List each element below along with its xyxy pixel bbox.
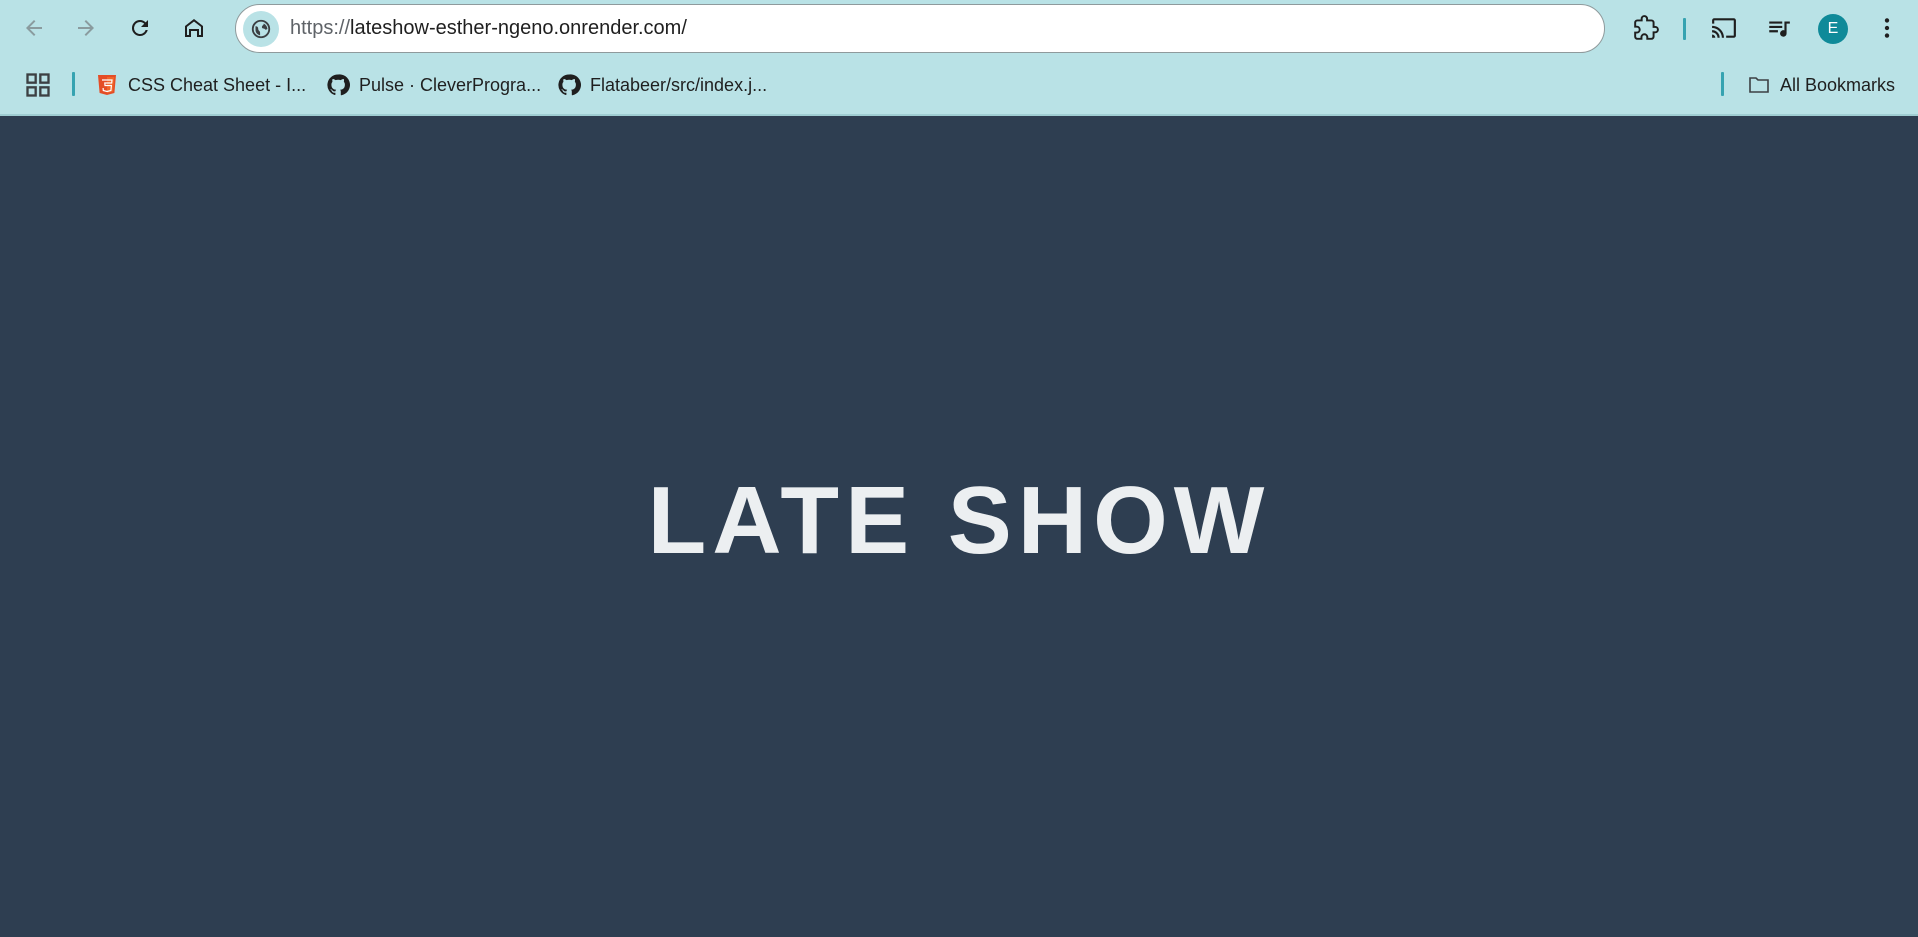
- site-info-button[interactable]: [243, 11, 279, 47]
- bookmark-pulse-cleverprogrammer[interactable]: Pulse · CleverProgra...: [326, 68, 541, 102]
- page-content: LATE SHOW: [0, 116, 1918, 937]
- cast-button[interactable]: [1706, 10, 1742, 46]
- media-playlist-icon: [1769, 21, 1790, 37]
- all-bookmarks-label: All Bookmarks: [1780, 74, 1896, 95]
- globe-icon: [251, 19, 271, 39]
- browser-chrome: https://lateshow-esther-ngeno.onrender.c…: [0, 0, 1918, 116]
- page-title: LATE SHOW: [647, 467, 1271, 574]
- profile-avatar[interactable]: E: [1818, 14, 1848, 44]
- home-icon: [185, 19, 203, 37]
- url-scheme: https://: [290, 17, 351, 39]
- toolbar-divider: [1683, 18, 1686, 40]
- kebab-menu-icon: [1884, 18, 1890, 38]
- bookmark-label: CSS Cheat Sheet - I...: [128, 74, 307, 95]
- bookmarks-divider: [1721, 72, 1724, 96]
- cast-icon: [1712, 18, 1736, 38]
- extensions-button[interactable]: [1628, 10, 1664, 46]
- github-icon: [326, 73, 350, 97]
- bookmark-flatabeer-src[interactable]: Flatabeer/src/index.j...: [557, 68, 767, 102]
- browser-menu-button[interactable]: [1869, 10, 1905, 46]
- url-host: lateshow-esther-ngeno.onrender.com/: [350, 17, 687, 39]
- address-bar[interactable]: https://lateshow-esther-ngeno.onrender.c…: [235, 4, 1605, 53]
- bookmarks-bar: CSS Cheat Sheet - I... Pulse · CleverPro…: [0, 58, 1918, 114]
- forward-button[interactable]: [68, 10, 104, 46]
- bookmark-label: Flatabeer/src/index.j...: [590, 74, 768, 95]
- url-text[interactable]: https://lateshow-esther-ngeno.onrender.c…: [290, 5, 687, 52]
- back-button[interactable]: [16, 10, 52, 46]
- bookmarks-divider: [72, 72, 75, 96]
- html5-favicon-icon: [95, 73, 119, 97]
- media-controls-button[interactable]: [1761, 10, 1797, 46]
- home-button[interactable]: [176, 10, 212, 46]
- all-bookmarks-button[interactable]: All Bookmarks: [1747, 68, 1895, 102]
- browser-toolbar: https://lateshow-esther-ngeno.onrender.c…: [0, 0, 1918, 58]
- bookmark-label: Pulse · CleverProgra...: [359, 74, 542, 95]
- arrow-right-icon: [78, 20, 94, 36]
- reload-button[interactable]: [122, 10, 158, 46]
- folder-icon: [1747, 73, 1771, 97]
- arrow-left-icon: [26, 20, 42, 36]
- apps-grid-icon[interactable]: [24, 71, 52, 99]
- reload-icon: [131, 19, 148, 36]
- bookmark-css-cheat-sheet[interactable]: CSS Cheat Sheet - I...: [95, 68, 306, 102]
- github-icon: [557, 73, 581, 97]
- puzzle-icon: [1634, 15, 1659, 40]
